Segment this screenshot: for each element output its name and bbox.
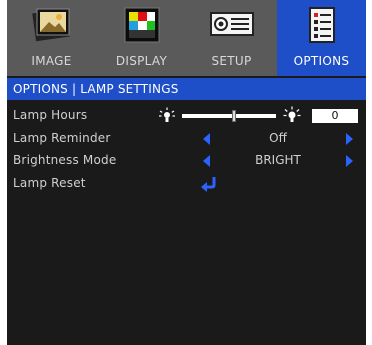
lamp-reminder-value: Off (269, 131, 287, 145)
tab-setup[interactable]: SETUP (187, 0, 276, 76)
menu-row-lamp-hours[interactable]: Lamp Hours 0 (7, 106, 366, 126)
lamp-hours-label: Lamp Hours (13, 108, 88, 122)
tab-display[interactable]: DISPLAY (97, 0, 186, 76)
bulb-bright-icon (283, 106, 301, 129)
image-icon (31, 5, 72, 49)
arrow-left-icon[interactable] (203, 155, 210, 167)
menu-row-brightness-mode[interactable]: Brightness Mode BRIGHT (7, 151, 366, 171)
lamp-hours-slider[interactable] (182, 110, 276, 122)
tab-image[interactable]: IMAGE (7, 0, 96, 76)
tab-options[interactable]: OPTIONS (277, 0, 366, 76)
display-icon (122, 5, 162, 49)
menu-row-lamp-reminder[interactable]: Lamp Reminder Off (7, 129, 366, 149)
arrow-right-icon[interactable] (346, 133, 353, 145)
arrow-right-icon[interactable] (346, 155, 353, 167)
slider-knob[interactable] (232, 110, 236, 122)
bulb-dim-icon (158, 107, 176, 129)
tab-image-label: IMAGE (31, 54, 72, 68)
options-icon (302, 5, 342, 49)
arrow-left-icon[interactable] (203, 133, 210, 145)
tab-bar: IMAGE DISPLAY SETUP OPTIONS (7, 0, 366, 76)
lamp-reminder-label: Lamp Reminder (13, 131, 111, 145)
enter-icon[interactable] (200, 175, 218, 197)
slider-track (182, 114, 276, 118)
breadcrumb: OPTIONS | LAMP SETTINGS (7, 78, 366, 100)
tab-display-label: DISPLAY (115, 54, 168, 68)
tab-setup-label: SETUP (211, 54, 252, 68)
menu-row-lamp-reset[interactable]: Lamp Reset (7, 174, 366, 194)
lamp-reset-label: Lamp Reset (13, 176, 86, 190)
setup-icon (209, 5, 255, 49)
lamp-hours-value: 0 (312, 109, 358, 123)
brightness-mode-label: Brightness Mode (13, 153, 117, 167)
osd-menu: IMAGE DISPLAY SETUP OPTIONS OPTIONS | LA… (7, 0, 366, 345)
brightness-mode-value: BRIGHT (255, 153, 301, 167)
tab-options-label: OPTIONS (293, 54, 350, 68)
